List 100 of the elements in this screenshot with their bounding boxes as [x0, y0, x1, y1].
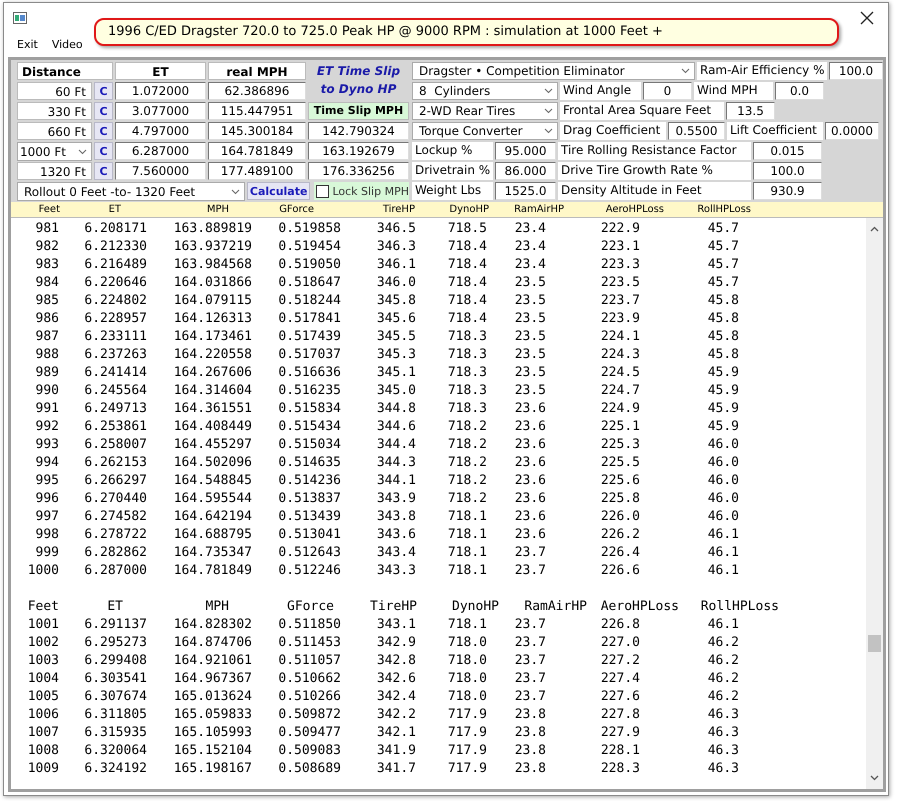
mph-field[interactable]: 145.300184 — [208, 122, 306, 140]
column-header: TireHP — [382, 203, 415, 217]
settings-dropdown[interactable]: Torque Converter — [412, 122, 558, 140]
table-cell-text: 343.4 — [376, 544, 416, 562]
table-cell-text: 0.518244 — [277, 292, 341, 310]
mph-field[interactable]: 62.386896 — [208, 82, 306, 100]
mph-field[interactable]: 115.447951 — [208, 102, 306, 120]
column-header: ET — [115, 62, 206, 80]
c-button[interactable]: C — [94, 142, 113, 160]
table-cell-text: 23.4 — [514, 256, 546, 274]
value-field[interactable]: 0.0000 — [825, 122, 879, 140]
table-cell-text: 342.8 — [376, 652, 416, 670]
value-field[interactable]: 0.5500 — [668, 122, 725, 140]
table-cell-text: 164.688795 — [172, 526, 252, 544]
value-field[interactable]: 86.000 — [495, 162, 556, 180]
table-cell-text: 0.519454 — [277, 238, 341, 256]
table-cell-text: 46.0 — [706, 508, 739, 526]
value-field[interactable]: 0.0 — [775, 82, 824, 100]
scrollbar[interactable] — [866, 218, 883, 789]
column-header: GForce — [278, 203, 314, 217]
column-header: RollHPLoss — [700, 598, 779, 616]
table-cell-text: 0.518647 — [277, 274, 341, 292]
c-button[interactable]: C — [94, 162, 113, 180]
c-button[interactable]: C — [94, 122, 113, 140]
field-label: Ram-Air Efficiency % — [697, 62, 827, 80]
close-icon[interactable] — [860, 11, 874, 25]
table-cell-text: 225.1 — [600, 418, 640, 436]
table-cell-text: 23.8 — [514, 706, 546, 724]
table-cell-text: 343.1 — [376, 616, 416, 634]
table-cell-text: 6.262153 — [83, 454, 147, 472]
c-button[interactable]: C — [94, 102, 113, 120]
table-cell-text: 718.3 — [446, 382, 487, 400]
table-cell-text: 23.5 — [514, 310, 546, 328]
et-field[interactable]: 1.072000 — [115, 82, 206, 100]
value-field[interactable]: 13.5 — [726, 102, 775, 120]
table-cell-text: 23.8 — [514, 742, 546, 760]
table-cell-text: 718.5 — [446, 220, 487, 238]
table-cell-text: 23.8 — [514, 724, 546, 742]
table-cell-text: 164.735347 — [172, 544, 252, 562]
checkbox[interactable] — [316, 184, 330, 198]
table-cell-text: 225.6 — [600, 472, 640, 490]
value-field[interactable]: 0 — [643, 82, 692, 100]
value-field[interactable]: 930.9 — [753, 182, 822, 200]
et-field[interactable]: 7.560000 — [115, 162, 206, 180]
table-cell-text: 0.513439 — [277, 508, 341, 526]
table-cell-text: 997 — [34, 508, 59, 526]
menu-item[interactable]: Exit — [17, 38, 38, 50]
chevron-down-icon — [230, 188, 240, 194]
settings-dropdown[interactable]: Dragster • Competition Eliminator — [412, 62, 695, 80]
distance-dropdown[interactable]: 1000 Ft — [17, 142, 92, 161]
table-cell-text: 6.311805 — [83, 706, 147, 724]
table-cell-text: 164.548845 — [172, 472, 252, 490]
table-cell-text: 23.6 — [514, 418, 546, 436]
time-slip-mph-field[interactable]: 176.336256 — [308, 162, 409, 180]
table-cell-text: 718.4 — [446, 256, 487, 274]
table-cell-text: 6.220646 — [83, 274, 147, 292]
value-field[interactable]: 1525.0 — [495, 182, 556, 200]
table-cell-text: 164.173461 — [172, 328, 252, 346]
app-icon — [13, 12, 27, 24]
mph-field[interactable]: 177.489100 — [208, 162, 306, 180]
time-slip-mph-field[interactable]: 163.192679 — [308, 142, 409, 160]
scroll-up-icon[interactable] — [870, 226, 879, 232]
table-cell-text: 224.5 — [600, 364, 640, 382]
time-slip-mph-field[interactable]: 142.790324 — [308, 122, 409, 140]
table-cell-text: 6.291137 — [83, 616, 147, 634]
table-cell-text: 23.6 — [514, 490, 546, 508]
table-cell-text: 342.1 — [376, 724, 416, 742]
table-cell-text: 718.2 — [446, 490, 487, 508]
table-cell-text: 224.7 — [600, 382, 640, 400]
table-cell-text: 344.1 — [376, 472, 416, 490]
scroll-down-icon[interactable] — [870, 775, 879, 781]
value-field[interactable]: 100.0 — [829, 62, 883, 80]
table-cell-text: 228.3 — [600, 760, 640, 778]
table-cell-text: 23.7 — [514, 562, 546, 580]
value-field[interactable]: 95.000 — [495, 142, 556, 160]
value-field[interactable]: 0.015 — [753, 142, 822, 160]
table-cell-text: 224.3 — [600, 346, 640, 364]
et-field[interactable]: 4.797000 — [115, 122, 206, 140]
table-cell-text: 996 — [34, 490, 59, 508]
table-cell-text: 717.9 — [446, 760, 487, 778]
c-button[interactable]: C — [94, 82, 113, 100]
et-field[interactable]: 6.287000 — [115, 142, 206, 160]
et-field[interactable]: 3.077000 — [115, 102, 206, 120]
table-cell-text: 344.6 — [376, 418, 416, 436]
value-field[interactable]: 100.0 — [753, 162, 822, 180]
settings-dropdown[interactable]: 2-WD Rear Tires — [412, 102, 558, 120]
lock-slip-checkbox[interactable]: Lock Slip MPH — [314, 182, 409, 200]
calculate-button[interactable]: Calculate — [246, 182, 310, 200]
scroll-thumb[interactable] — [868, 635, 881, 652]
menu-item[interactable]: Video — [52, 38, 83, 50]
mph-field[interactable]: 164.781849 — [208, 142, 306, 160]
table-cell-text: 164.595544 — [172, 490, 252, 508]
table-cell-text: 0.517841 — [277, 310, 341, 328]
table-cell-text: 223.9 — [600, 310, 640, 328]
table-cell-text: 1004 — [26, 670, 59, 688]
settings-dropdown[interactable]: 8 Cylinders — [412, 82, 558, 100]
rollout-dropdown[interactable]: Rollout 0 Feet -to- 1320 Feet — [17, 182, 245, 201]
table-cell-text: 6.208171 — [83, 220, 147, 238]
table-cell-text: 165.105993 — [172, 724, 252, 742]
table-cell-text: 6.303541 — [83, 670, 147, 688]
